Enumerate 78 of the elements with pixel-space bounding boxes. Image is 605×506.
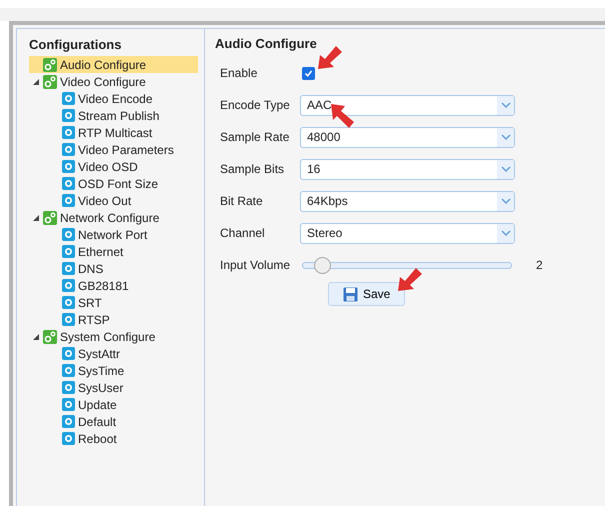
enable-checkbox[interactable] <box>302 66 315 80</box>
volume-slider[interactable] <box>302 256 512 274</box>
gear-icon <box>62 194 75 207</box>
volume-value: 2 <box>536 258 543 272</box>
gear-icon <box>62 126 75 139</box>
gear-icon <box>62 415 75 428</box>
dropdown[interactable]: 64Kbps <box>300 190 515 212</box>
field-label: Sample Bits <box>219 162 286 176</box>
arrow-icon <box>398 265 424 291</box>
gear-icon <box>62 432 75 445</box>
tree-item[interactable]: SystAttr <box>29 345 198 362</box>
tree-item[interactable]: Ethernet <box>29 243 198 260</box>
tree-item[interactable]: Update <box>29 396 198 413</box>
arrow-icon <box>318 43 344 69</box>
gears-icon <box>43 58 57 72</box>
field-label: Input Volume <box>219 258 292 272</box>
field-label: Encode Type <box>219 98 291 112</box>
gear-icon <box>62 313 75 326</box>
gear-icon <box>62 143 75 156</box>
dropdown[interactable]: AAC <box>300 94 515 116</box>
gear-icon <box>62 262 75 275</box>
tree-item[interactable]: RTP Multicast <box>29 124 198 141</box>
expander-icon[interactable] <box>33 78 39 84</box>
tree-item[interactable]: Video Parameters <box>29 141 198 158</box>
dropdown[interactable]: 16 <box>300 158 515 180</box>
tree-item[interactable]: SysTime <box>29 362 198 379</box>
tree-item[interactable]: GB28181 <box>29 277 198 294</box>
gear-icon <box>62 92 75 105</box>
field-label: Channel <box>219 226 266 240</box>
tree-item[interactable]: Video Encode <box>29 90 198 107</box>
chevron-down-icon[interactable] <box>500 134 510 140</box>
gears-icon <box>43 74 57 88</box>
dropdown[interactable]: 48000 <box>300 126 515 148</box>
gear-icon <box>62 279 75 292</box>
field-label: Sample Rate <box>219 130 290 144</box>
gear-icon <box>62 347 75 360</box>
tree-item[interactable]: SRT <box>29 294 198 311</box>
tree-item[interactable]: RTSP <box>29 311 198 328</box>
tree-item[interactable]: Audio Configure <box>29 56 198 73</box>
gear-icon <box>62 381 75 394</box>
field-label: Bit Rate <box>219 194 264 208</box>
sidebar-title: Configurations <box>29 37 122 52</box>
checkmark-icon <box>304 68 313 78</box>
chevron-down-icon[interactable] <box>500 102 510 108</box>
tree-item[interactable]: Video Out <box>29 192 198 209</box>
tree-item[interactable]: Reboot <box>29 430 198 447</box>
tree-item[interactable]: Video OSD <box>29 158 198 175</box>
gear-icon <box>62 228 75 241</box>
gears-icon <box>43 210 57 224</box>
gear-icon <box>62 177 75 190</box>
save-icon <box>343 286 358 302</box>
gear-icon <box>62 245 75 258</box>
dropdown[interactable]: Stereo <box>300 222 515 244</box>
tree-item[interactable]: OSD Font Size <box>29 175 198 192</box>
field-label: Enable <box>219 66 258 80</box>
expander-icon[interactable] <box>33 334 39 340</box>
tree-item[interactable]: Stream Publish <box>29 107 198 124</box>
panel-title: Audio Configure <box>215 36 318 51</box>
gears-icon <box>43 330 57 344</box>
tree-item[interactable]: System Configure <box>29 328 198 345</box>
arrow-icon <box>331 104 357 130</box>
save-button[interactable]: Save <box>328 282 406 306</box>
tree-item[interactable]: Network Configure <box>29 209 198 226</box>
gear-icon <box>62 160 75 173</box>
gear-icon <box>62 109 75 122</box>
tree-item[interactable]: Network Port <box>29 226 198 243</box>
tree-item[interactable]: DNS <box>29 260 198 277</box>
chevron-down-icon[interactable] <box>500 166 510 172</box>
expander-icon[interactable] <box>33 214 39 220</box>
slider-handle[interactable] <box>314 256 331 274</box>
gear-icon <box>62 398 75 411</box>
chevron-down-icon[interactable] <box>500 230 510 236</box>
tree-item[interactable]: Default <box>29 413 198 430</box>
tree-item[interactable]: SysUser <box>29 379 198 396</box>
tree-item[interactable]: Video Configure <box>29 73 198 90</box>
gear-icon <box>62 364 75 377</box>
gear-icon <box>62 296 75 309</box>
chevron-down-icon[interactable] <box>500 198 510 204</box>
